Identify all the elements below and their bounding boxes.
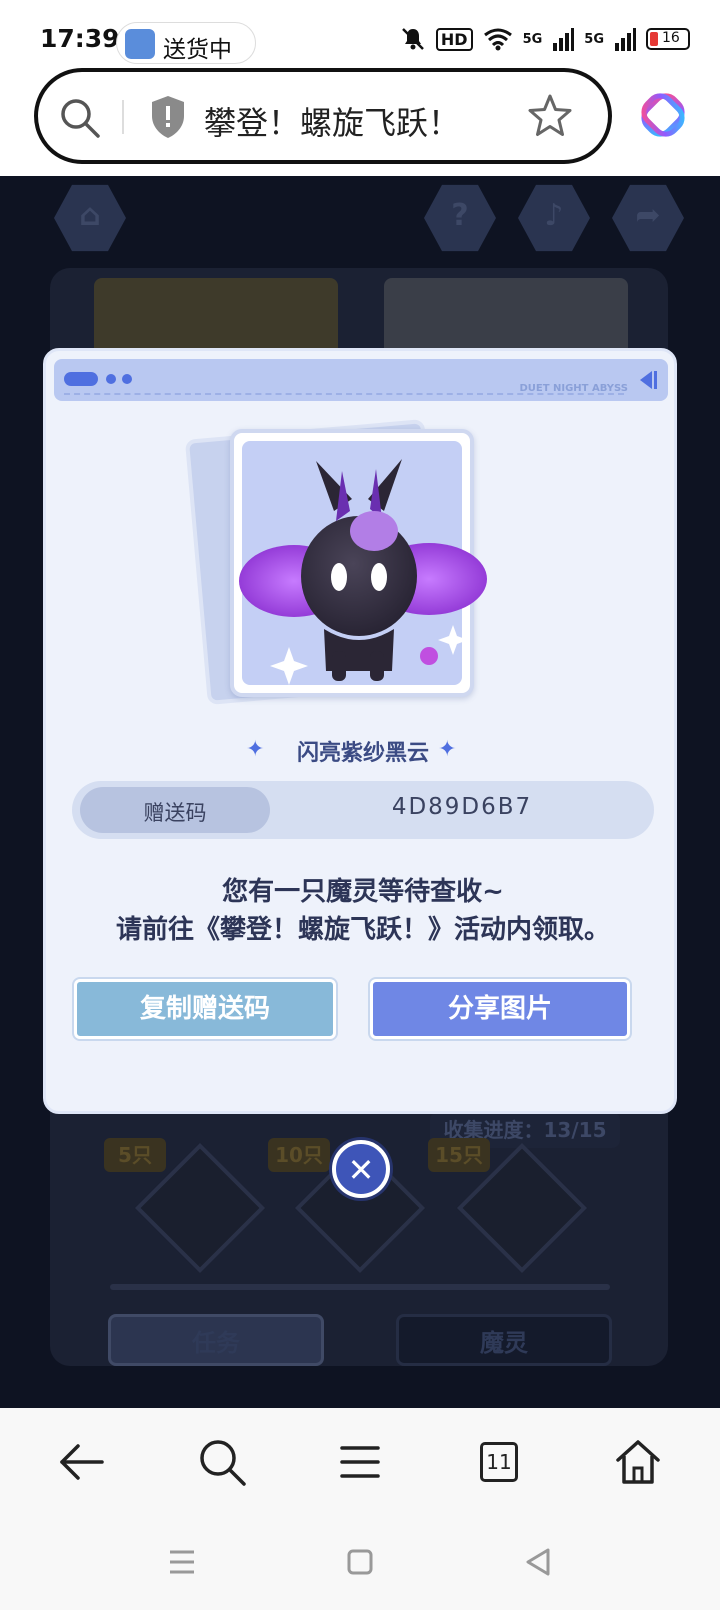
header-arrow-icon	[640, 371, 657, 389]
search-icon[interactable]	[58, 96, 102, 140]
signal-icon	[553, 28, 575, 51]
back-icon[interactable]	[52, 1432, 112, 1492]
home-square-icon[interactable]	[338, 1540, 382, 1584]
gift-code-label-pill: 赠送码	[80, 787, 270, 833]
status-time: 17:39	[40, 24, 120, 53]
system-nav-bar	[0, 1518, 720, 1610]
gift-code-label: 赠送码	[143, 801, 207, 825]
home-icon[interactable]: ⌂	[54, 184, 126, 252]
recent-apps-icon[interactable]	[160, 1540, 204, 1584]
home-icon[interactable]	[608, 1432, 668, 1492]
reward-tag-3: 15只	[428, 1138, 490, 1172]
share-image-button[interactable]: 分享图片	[370, 979, 630, 1039]
header-decoration-pill	[64, 372, 98, 386]
shield-icon[interactable]	[148, 94, 188, 140]
close-icon: ✕	[347, 1151, 375, 1189]
page: 17:39 送货中 HD 5G 5G 16 攀登！螺旋飞跃！ ⌂ ? ♪ ➦ 收…	[0, 0, 720, 1610]
task-button[interactable]: 任务	[108, 1314, 324, 1366]
star-icon[interactable]	[526, 92, 574, 140]
gift-modal: DUET NIGHT ABYSS ✦ 闪亮紫纱黑云 ✦ 赠送码 4D89D6B7…	[43, 348, 677, 1114]
back-triangle-icon[interactable]	[516, 1540, 560, 1584]
spirit-button[interactable]: 魔灵	[396, 1314, 612, 1366]
battery-icon: 16	[646, 28, 690, 50]
close-button[interactable]: ✕	[332, 1140, 390, 1198]
header-dot-1	[106, 374, 116, 384]
delivery-app-icon	[125, 29, 155, 59]
battery-percent: 16	[662, 30, 680, 46]
message-line-2: 请前往《攀登！螺旋飞跃！》活动内领取。	[115, 915, 610, 945]
network-5g-label-1: 5G	[522, 31, 543, 47]
signal-icon-2	[615, 28, 636, 51]
address-divider	[122, 100, 124, 134]
header-brand-text: DUET NIGHT ABYSS	[519, 383, 628, 394]
reward-tag-2: 10只	[268, 1138, 330, 1172]
music-icon[interactable]: ♪	[518, 184, 590, 252]
reward-progress-track	[110, 1284, 610, 1290]
share-icon[interactable]: ➦	[612, 184, 684, 252]
battery-level	[650, 32, 658, 46]
delivery-status-pill[interactable]: 送货中	[116, 22, 256, 64]
modal-header: DUET NIGHT ABYSS	[54, 359, 668, 401]
creature-name: 闪亮紫纱黑云	[296, 741, 429, 766]
reward-tag-1: 5只	[104, 1138, 166, 1172]
sparkle-icon-right: ✦	[438, 737, 457, 762]
wifi-icon	[483, 28, 512, 51]
search-icon[interactable]	[192, 1432, 252, 1492]
header-dot-2	[122, 374, 132, 384]
status-icons: HD 5G 5G 16	[400, 26, 690, 52]
delivery-status-text: 送货中	[163, 37, 232, 63]
browser-bottom-nav: 11	[0, 1408, 720, 1518]
mute-bell-icon	[402, 28, 424, 50]
gift-code-box: 赠送码 4D89D6B7	[72, 781, 654, 839]
copy-gift-code-button[interactable]: 复制赠送码	[74, 979, 336, 1039]
network-5g-label-2: 5G	[584, 31, 604, 47]
app-logo-icon[interactable]	[638, 90, 688, 140]
tab-count: 11	[480, 1442, 518, 1482]
status-bar: 17:39 送货中 HD 5G 5G 16	[0, 0, 720, 72]
menu-icon[interactable]	[330, 1432, 390, 1492]
help-icon[interactable]: ?	[424, 184, 496, 252]
gift-code-value[interactable]: 4D89D6B7	[270, 794, 654, 820]
tabs-icon[interactable]: 11	[468, 1432, 528, 1492]
address-title[interactable]: 攀登！螺旋飞跃！	[204, 98, 460, 144]
message-line-1: 您有一只魔灵等待查收~	[222, 877, 504, 907]
hd-icon: HD	[435, 27, 473, 51]
address-bar[interactable]: 攀登！螺旋飞跃！	[34, 68, 612, 164]
creature-illustration	[239, 459, 487, 685]
